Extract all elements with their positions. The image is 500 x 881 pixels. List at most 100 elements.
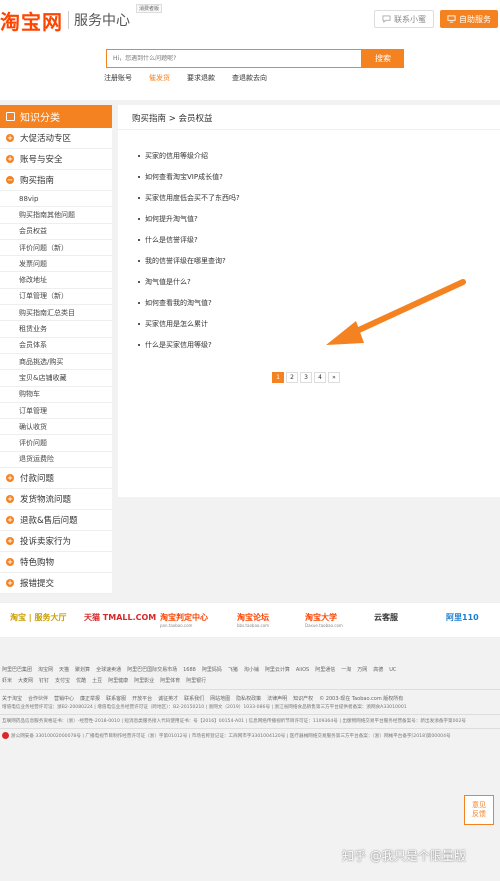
footer-link[interactable]: 淘小铺 <box>244 666 259 673</box>
footer-link[interactable]: 支付宝 <box>55 677 70 684</box>
sidebar-category[interactable]: + 投诉卖家行为 <box>0 531 112 553</box>
footer-link[interactable]: 合作伙伴 <box>28 695 48 702</box>
partner-judgment-center[interactable]: 淘宝判定中心 pan.taobao.com <box>160 612 208 628</box>
footer-link[interactable]: 大麦网 <box>18 677 33 684</box>
footer-link[interactable]: 优酷 <box>76 677 86 684</box>
quick-link-register[interactable]: 注册账号 <box>104 73 132 83</box>
question-link[interactable]: 什么是信誉评级? <box>138 229 240 250</box>
footer-link[interactable]: © 2003-现在 Taobao.com 版权所有 <box>319 695 403 702</box>
search-button[interactable]: 搜索 <box>362 49 404 68</box>
footer-link[interactable]: 阿里云计算 <box>265 666 290 673</box>
search-input[interactable] <box>113 55 361 62</box>
sidebar-subitem[interactable]: 商品挑选/购买 <box>0 354 112 371</box>
footer-link[interactable]: 阿里妈妈 <box>202 666 222 673</box>
footer-link[interactable]: 营销中心 <box>54 695 74 702</box>
page-2-button[interactable]: 2 <box>286 372 298 383</box>
question-link[interactable]: 我的信誉评级在哪里查询? <box>138 250 240 271</box>
footer-link[interactable]: 高德 <box>373 666 383 673</box>
sidebar-subitem[interactable]: 退货运费险 <box>0 452 112 469</box>
sidebar-category[interactable]: + 付款问题 <box>0 468 112 490</box>
sidebar-category[interactable]: + 特色购物 <box>0 552 112 574</box>
footer-link[interactable]: 阿里巴巴集团 <box>2 666 32 673</box>
footer-link[interactable]: 虾米 <box>2 677 12 684</box>
question-link[interactable]: 如何提升淘气值? <box>138 208 240 229</box>
page-1-button[interactable]: 1 <box>272 372 284 383</box>
footer-link[interactable]: 廉正举报 <box>80 695 100 702</box>
question-link[interactable]: 买家信用是怎么累计 <box>138 314 240 335</box>
footer-link[interactable]: 网站地图 <box>210 695 230 702</box>
sidebar-subitem[interactable]: 评价问题（新） <box>0 240 112 257</box>
question-link[interactable]: 淘气值是什么? <box>138 272 240 293</box>
footer-link[interactable]: UC <box>389 667 396 673</box>
sidebar-category[interactable]: + 发货物流问题 <box>0 489 112 511</box>
footer-link[interactable]: 关于淘宝 <box>2 695 22 702</box>
sidebar-subitem[interactable]: 购买指南汇总类目 <box>0 305 112 322</box>
partner-university[interactable]: 淘宝大学 Daxue.taobao.com <box>305 612 343 628</box>
footer-link[interactable]: 天猫 <box>59 666 69 673</box>
footer-link[interactable]: 隐私权政策 <box>236 695 261 702</box>
footer-link[interactable]: 开放平台 <box>132 695 152 702</box>
footer-link[interactable]: 阿里影业 <box>134 677 154 684</box>
question-link[interactable]: 如何查看淘宝VIP成长值? <box>138 166 240 187</box>
question-link[interactable]: 什么是买家信用等级? <box>138 335 240 356</box>
partner-ali110[interactable]: 阿里110 <box>446 612 479 623</box>
footer-link[interactable]: 阿里通信 <box>315 666 335 673</box>
footer-link[interactable]: 一淘 <box>341 666 351 673</box>
partner-tmall[interactable]: 天猫 TMALL.COM <box>84 612 156 623</box>
footer-link[interactable]: 阿里体育 <box>160 677 180 684</box>
footer-link[interactable]: 法律声明 <box>267 695 287 702</box>
quick-link-refund-tracking[interactable]: 查退款去向 <box>232 73 267 83</box>
partner-service-hall[interactable]: 淘宝 | 服务大厅 <box>10 612 67 623</box>
footer-link[interactable]: 1688 <box>183 667 196 673</box>
sidebar-category[interactable]: + 账号与安全 <box>0 149 112 170</box>
footer-link[interactable]: 阿里巴巴国际交易市场 <box>127 666 177 673</box>
question-link[interactable]: 买家的信用等级介绍 <box>138 145 240 166</box>
sidebar-subitem[interactable]: 订单管理（新） <box>0 289 112 306</box>
sidebar-category[interactable]: + 报错提交 <box>0 573 112 595</box>
sidebar-subitem[interactable]: 租赁业务 <box>0 321 112 338</box>
sidebar-subitem[interactable]: 修改地址 <box>0 272 112 289</box>
sidebar-category[interactable]: + 退款&售后问题 <box>0 510 112 532</box>
footer-link[interactable]: 联系客服 <box>106 695 126 702</box>
sidebar-category-open[interactable]: − 购买指南 <box>0 170 112 191</box>
question-link[interactable]: 买家信用度低会买不了东西吗? <box>138 187 240 208</box>
taobao-logo[interactable]: 淘宝网 服务中心 <box>0 6 130 34</box>
page-4-button[interactable]: 4 <box>314 372 326 383</box>
footer-link[interactable]: 万网 <box>357 666 367 673</box>
footer-link[interactable]: 全球速卖通 <box>96 666 121 673</box>
partner-cloud-service[interactable]: 云客服 <box>374 612 398 623</box>
sidebar-subitem[interactable]: 88vip <box>0 191 112 208</box>
next-page-button[interactable]: » <box>328 372 340 383</box>
footer-link[interactable]: 联系我们 <box>184 695 204 702</box>
question-link[interactable]: 如何查看我的淘气值? <box>138 293 240 314</box>
footer-link[interactable]: 知识产权 <box>293 695 313 702</box>
sidebar-subitem[interactable]: 购物车 <box>0 387 112 403</box>
page-3-button[interactable]: 3 <box>300 372 312 383</box>
footer-link[interactable]: AliOS <box>296 667 309 673</box>
logo-main-text: 淘宝网 <box>0 9 63 34</box>
footer-link[interactable]: 阿里银行 <box>186 677 206 684</box>
footer-link[interactable]: 淘宝网 <box>38 666 53 673</box>
footer-link[interactable]: 诚征英才 <box>158 695 178 702</box>
contact-assistant-button[interactable]: 联系小蜜 <box>374 10 434 28</box>
sidebar-subitem[interactable]: 发票问题 <box>0 256 112 273</box>
footer-link[interactable]: 飞猪 <box>228 666 238 673</box>
feedback-button[interactable]: 意见 反馈 <box>464 795 494 825</box>
sidebar-subitem[interactable]: 购买指南其他问题 <box>0 207 112 224</box>
quick-link-request-refund[interactable]: 要求退款 <box>187 73 215 83</box>
sidebar-subitem[interactable]: 宝贝&店铺收藏 <box>0 370 112 387</box>
sidebar-subitem[interactable]: 订单管理 <box>0 403 112 420</box>
footer-link[interactable]: 土豆 <box>92 677 102 684</box>
self-service-button[interactable]: 自助服务 <box>440 10 498 28</box>
sidebar-subitem[interactable]: 会员体系 <box>0 338 112 354</box>
quick-link-urge-shipping[interactable]: 催发货 <box>149 73 170 83</box>
footer-link[interactable]: 聚划算 <box>75 666 90 673</box>
footer-link[interactable]: 钉钉 <box>39 677 49 684</box>
sidebar-subitem-active[interactable]: 会员权益 <box>0 224 112 240</box>
content-panel: 购买指南 > 会员权益 买家的信用等级介绍 如何查看淘宝VIP成长值? 买家信用… <box>118 105 500 497</box>
partner-forum[interactable]: 淘宝论坛 bbs.taobao.com <box>237 612 269 628</box>
footer-link[interactable]: 阿里健康 <box>108 677 128 684</box>
sidebar-category[interactable]: + 大促活动专区 <box>0 128 112 149</box>
sidebar-subitem[interactable]: 评价问题 <box>0 435 112 452</box>
sidebar-subitem[interactable]: 确认收货 <box>0 419 112 436</box>
